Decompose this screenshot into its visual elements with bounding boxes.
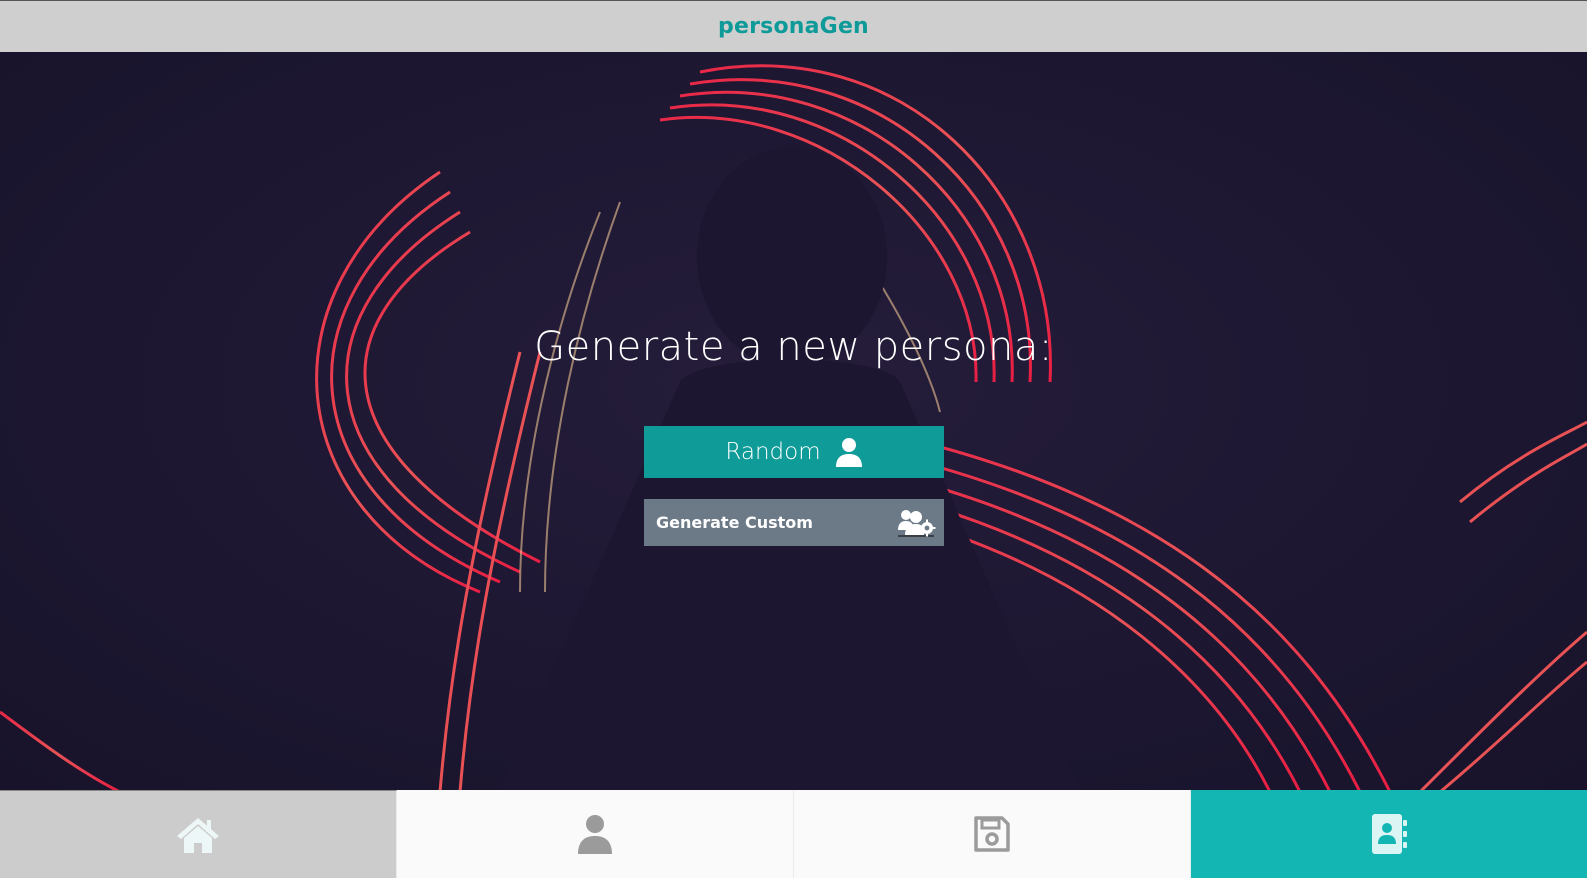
nav-item-saved[interactable] bbox=[794, 790, 1191, 878]
app-title[interactable]: personaGen bbox=[718, 14, 869, 39]
bottom-navigation bbox=[0, 790, 1587, 878]
floppy-disk-icon bbox=[974, 816, 1010, 852]
random-button-label: Random bbox=[725, 439, 821, 465]
user-icon bbox=[835, 437, 863, 467]
page-headline: Generate a new persona: bbox=[534, 324, 1053, 370]
user-icon bbox=[577, 814, 613, 854]
background-light-painting bbox=[0, 64, 1587, 790]
generate-custom-button[interactable]: Generate Custom bbox=[644, 499, 944, 546]
nav-item-contacts[interactable] bbox=[1191, 790, 1587, 878]
home-icon bbox=[175, 815, 221, 855]
nav-item-persona[interactable] bbox=[397, 790, 794, 878]
nav-item-home[interactable] bbox=[0, 790, 397, 878]
random-button[interactable]: Random bbox=[644, 426, 944, 478]
top-bar: personaGen bbox=[0, 0, 1587, 52]
address-book-icon bbox=[1370, 813, 1408, 855]
users-cog-icon bbox=[896, 508, 936, 538]
generate-custom-label: Generate Custom bbox=[656, 513, 813, 532]
hero-section: Generate a new persona: Random Generate … bbox=[0, 52, 1587, 790]
